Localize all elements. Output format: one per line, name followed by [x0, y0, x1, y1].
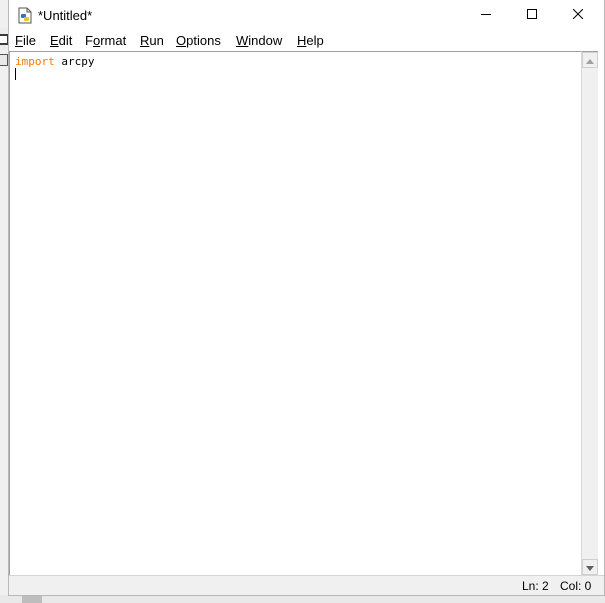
- maximize-button[interactable]: [509, 0, 555, 30]
- code-editor[interactable]: import arcpy: [9, 51, 581, 575]
- line-number-status: Ln: 2: [522, 579, 549, 593]
- column-number-status: Col: 0: [560, 579, 592, 593]
- menu-edit[interactable]: Edit: [50, 33, 72, 48]
- code-line: import arcpy: [15, 55, 95, 68]
- background-taskbar-strip: [0, 595, 605, 603]
- maximize-icon: [527, 6, 537, 24]
- menu-help[interactable]: Help: [297, 33, 324, 48]
- scroll-up-arrow-icon: [586, 51, 594, 69]
- minimize-icon: [481, 6, 491, 24]
- menu-window[interactable]: Window: [236, 33, 282, 48]
- scrollbar-track[interactable]: [582, 68, 598, 558]
- title-bar[interactable]: *Untitled*: [9, 0, 604, 30]
- scroll-down-arrow-icon: [586, 558, 594, 576]
- code-text: arcpy: [54, 55, 95, 68]
- minimize-button[interactable]: [463, 0, 509, 30]
- idle-editor-window: *Untitled* File Edit Format Run Options …: [8, 0, 605, 596]
- menu-bar: File Edit Format Run Options Window Help: [9, 30, 604, 51]
- close-button[interactable]: [555, 0, 601, 30]
- menu-options[interactable]: Options: [176, 33, 221, 48]
- vertical-scrollbar[interactable]: [581, 51, 598, 575]
- background-file-icon: [0, 54, 8, 66]
- window-title: *Untitled*: [38, 8, 93, 23]
- menu-format[interactable]: Format: [85, 33, 126, 48]
- text-caret: [15, 68, 16, 80]
- status-bar: Ln: 2 Col: 0: [9, 575, 604, 595]
- close-icon: [572, 6, 584, 24]
- background-tab: [22, 596, 42, 603]
- scroll-down-button[interactable]: [582, 559, 598, 575]
- code-keyword: import: [15, 55, 55, 68]
- menu-file[interactable]: File: [15, 33, 36, 48]
- menu-run[interactable]: Run: [140, 33, 164, 48]
- python-idle-file-icon: [17, 7, 33, 24]
- scroll-up-button[interactable]: [582, 52, 598, 68]
